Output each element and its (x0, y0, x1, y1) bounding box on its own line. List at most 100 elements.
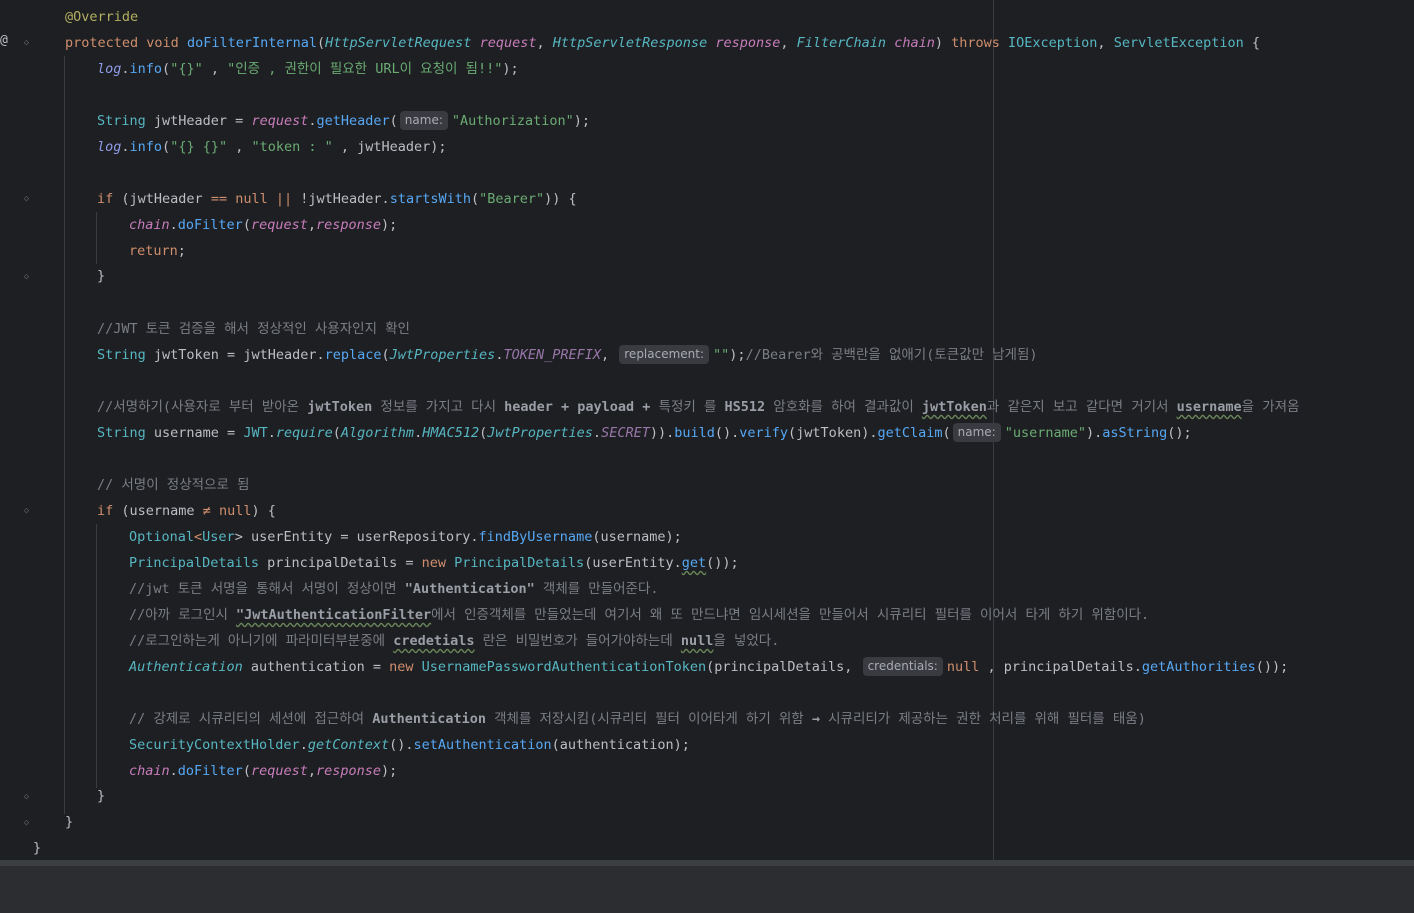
code-line[interactable]: SecurityContextHolder.getContext().setAu… (0, 732, 1414, 758)
code-line[interactable]: if (username ≠ null) { (0, 498, 1414, 524)
code-line[interactable]: //JWT 토큰 검증을 해서 정상적인 사용자인지 확인 (0, 316, 1414, 342)
plain: authentication = (242, 659, 390, 675)
constant-token: SECRET (601, 425, 650, 441)
punct: , (536, 35, 553, 51)
comment-bold-token: credetials (393, 633, 475, 649)
code-line[interactable]: chain.doFilter(request,response); (0, 758, 1414, 784)
code-line[interactable]: log.info("{} {}" , "token : " , jwtHeade… (0, 134, 1414, 160)
type-token: Optional (129, 529, 195, 545)
punct: ( (470, 191, 480, 207)
punct: (). (714, 425, 740, 441)
comment-token: 시큐리티가 제공하는 권한 처리를 위해 필터를 태움) (819, 711, 1146, 727)
method-call-token: getContext (307, 737, 390, 753)
keyword-token: null (946, 659, 980, 675)
type-token: PrincipalDetails (129, 555, 260, 571)
plain: (username (113, 503, 203, 519)
comment-token: 란은 비밀번호가 들어가야하는데 (474, 633, 681, 649)
code-line[interactable]: } (0, 263, 1414, 289)
code-line[interactable]: PrincipalDetails principalDetails = new … (0, 550, 1414, 576)
param-token: request (479, 35, 537, 51)
punct: )). (649, 425, 675, 441)
punct: . (414, 425, 423, 441)
brace: } (65, 814, 74, 830)
param-token: response (715, 35, 781, 51)
code-editor[interactable]: @ ◇ ◇ ◇ ◇ ◇ ◇ @Override protected void d… (0, 0, 1414, 866)
plain: (authentication); (551, 737, 690, 753)
code-line[interactable]: return; (0, 238, 1414, 264)
method-call-token: doFilter (177, 217, 243, 233)
code-line[interactable]: //서명하기(사용자로 부터 받아온 jwtToken 정보를 가지고 다시 h… (0, 394, 1414, 420)
keyword-token: return (129, 243, 178, 259)
punct: { (1243, 35, 1260, 51)
punct: ); (502, 61, 519, 77)
type-token: HttpServletResponse (552, 35, 708, 51)
code-line[interactable]: } (0, 783, 1414, 809)
param-name-hint: credentials: (862, 657, 943, 676)
brace: } (97, 788, 106, 804)
comment-token: 객체를 저장시킴(시큐리티 필터 이어타게 하기 위함 (486, 711, 812, 727)
punct: . (308, 113, 317, 129)
code-line[interactable]: log.info("{}" , "인증 , 권한이 필요한 URL이 요청이 됨… (0, 56, 1414, 82)
code-line[interactable]: // 강제로 시큐리티의 세션에 접근하여 Authentication 객체를… (0, 706, 1414, 732)
code-line[interactable]: @Override (0, 4, 1414, 30)
code-line[interactable]: Authentication authentication = new User… (0, 654, 1414, 680)
punct: ()); (706, 555, 739, 571)
punct: . (299, 737, 308, 753)
punct: ) (934, 35, 952, 51)
method-call-token: startsWith (389, 191, 471, 207)
comment-token: 과 같은지 보고 같다면 거기서 (986, 399, 1177, 415)
code-line[interactable]: } (0, 809, 1414, 835)
method-call-token: get (681, 555, 707, 571)
code-line[interactable]: //아까 로그인시 "JwtAuthenticationFilter에서 인증객… (0, 602, 1414, 628)
param-token: chain (894, 35, 935, 51)
code-line[interactable]: chain.doFilter(request,response); (0, 212, 1414, 238)
punct: , (307, 763, 316, 779)
param-name-hint: name: (399, 111, 448, 130)
method-call-token: info (129, 139, 163, 155)
punct: . (169, 217, 178, 233)
code-line[interactable]: //jwt 토큰 서명을 통해서 서명이 정상이면 "Authenticatio… (0, 576, 1414, 602)
punct: ) { (251, 503, 276, 519)
method-call-token: require (275, 425, 333, 441)
method-call-token: info (129, 61, 163, 77)
keyword-token: throws (951, 35, 1000, 51)
type-token: JwtProperties (487, 425, 593, 441)
punct: ); (573, 113, 591, 129)
type-token: ServletException (1113, 35, 1244, 51)
code-line[interactable]: String jwtToken = jwtHeader.replace(JwtP… (0, 342, 1414, 368)
code-line[interactable]: if (jwtHeader == null || !jwtHeader.star… (0, 186, 1414, 212)
punct: (). (389, 737, 414, 753)
comment-token: //아까 로그인시 (129, 607, 237, 623)
param-name-hint: replacement: (619, 345, 710, 364)
plain: principalDetails = (259, 555, 422, 571)
punct: ( (242, 217, 251, 233)
comment-token: 객체를 만들어준다. (534, 581, 659, 597)
keyword-token: protected (65, 35, 139, 51)
code-line[interactable]: String jwtHeader = request.getHeader(nam… (0, 108, 1414, 134)
punct: . (121, 61, 130, 77)
code-line[interactable]: } (0, 835, 1414, 861)
punct: ); (381, 763, 398, 779)
code-line[interactable]: // 서명이 정상적으로 됨 (0, 472, 1414, 498)
plain: (userEntity. (584, 555, 682, 571)
arrow-glyph: → (811, 711, 820, 727)
punct: ; (177, 243, 186, 259)
type-token: String (97, 347, 146, 363)
punct: , (601, 347, 618, 363)
comment-token: 을 가져옴 (1241, 399, 1300, 415)
punct: , (307, 217, 316, 233)
comment-token: //Bearer와 공백란을 없애기(토큰값만 남게됨) (745, 347, 1038, 363)
plain: (jwtToken). (788, 425, 878, 441)
type-token: IOException (1008, 35, 1098, 51)
code-line[interactable]: String username = JWT.require(Algorithm.… (0, 420, 1414, 446)
param-token: request (250, 217, 308, 233)
code-line[interactable]: //로그인하는게 아니기에 파라미터부분중에 credetials 란은 비밀번… (0, 628, 1414, 654)
code-line[interactable]: Optional<User> userEntity = userReposito… (0, 524, 1414, 550)
horizontal-scrollbar[interactable] (0, 860, 1414, 866)
string-token: "token : " (251, 139, 333, 155)
code-line[interactable]: protected void doFilterInternal(HttpServ… (0, 30, 1414, 56)
